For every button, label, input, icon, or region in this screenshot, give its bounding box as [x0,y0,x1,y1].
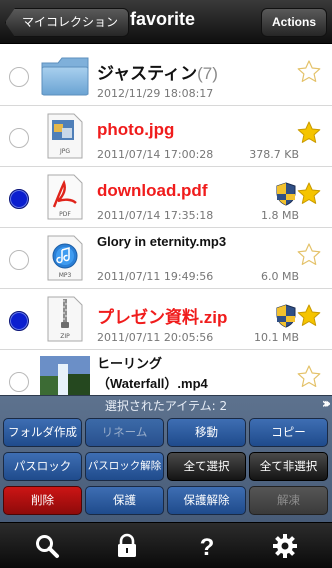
selection-radio[interactable] [9,128,29,148]
svg-text:JPG: JPG [59,148,70,155]
shield-lock-icon [276,182,296,206]
unzip-button[interactable]: 解凍 [249,486,328,515]
jpg-file-icon: JPG [47,113,83,159]
star-filled-icon[interactable] [296,120,322,146]
shield-lock-icon [276,304,296,328]
create-folder-button[interactable]: フォルダ作成 [3,418,82,447]
copy-button[interactable]: コピー [249,418,328,447]
unprotect-button[interactable]: 保護解除 [167,486,246,515]
file-date: 2011/07/11 19:49:56 [97,270,214,283]
mp3-file-icon: MP3 [47,235,83,281]
file-date: 2011/07/14 17:00:28 [97,148,214,161]
tab-bar: ? [0,522,332,568]
pdf-file-icon: PDF [47,174,83,220]
collapse-chevron-icon[interactable]: ››› [322,396,332,412]
protect-button[interactable]: 保護 [85,486,164,515]
move-button[interactable]: 移動 [167,418,246,447]
passlock-release-button[interactable]: パスロック解除 [85,452,164,481]
svg-text:?: ? [200,534,215,559]
selection-radio[interactable] [9,189,29,209]
file-date: 2011/07/14 17:35:18 [97,209,214,222]
file-name: download.pdf [97,181,208,200]
svg-text:MP3: MP3 [59,272,72,279]
video-thumbnail [40,356,90,395]
folder-icon [41,57,89,96]
svg-text:PDF: PDF [59,211,71,218]
lock-icon[interactable] [114,533,140,559]
file-date: 2011/07/11 20:05:56 [97,331,214,344]
svg-text:ZIP: ZIP [60,333,70,340]
file-size: 10.1 MB [253,331,299,344]
navigation-bar: マイコレクション favorite Actions [0,0,332,44]
actions-button[interactable]: Actions [261,8,327,37]
selection-count: 選択されたアイテム: 2 [104,399,228,413]
list-item[interactable]: PDF download.pdf 2011/07/14 17:35:18 1.8… [0,167,332,228]
action-panel: 選択されたアイテム: 2 ››› フォルダ作成 リネーム 移動 コピー パスロッ… [0,395,332,522]
selection-radio[interactable] [9,67,29,87]
file-name: ジャスティン(7) [97,64,218,83]
back-button[interactable]: マイコレクション [5,8,130,37]
star-outline-icon[interactable] [296,364,322,390]
page-title: favorite [130,9,196,29]
file-name: ヒーリング（Waterfall）.mp4 [97,356,208,391]
star-outline-icon[interactable] [296,242,322,268]
select-all-button[interactable]: 全て選択 [167,452,246,481]
star-outline-icon[interactable] [296,59,322,85]
file-list: ジャスティン(7) 2012/11/29 18:08:17 JPG photo.… [0,45,332,395]
passlock-button[interactable]: パスロック [3,452,82,481]
file-name: プレゼン資料.zip [97,308,228,327]
rename-button[interactable]: リネーム [85,418,164,447]
deselect-all-button[interactable]: 全て非選択 [249,452,328,481]
list-item[interactable]: ヒーリング（Waterfall）.mp4 [0,350,332,395]
item-count: (7) [197,64,218,83]
zip-file-icon: ZIP [47,296,83,342]
list-item[interactable]: JPG photo.jpg 2011/07/14 17:00:28 378.7 … [0,106,332,167]
search-icon[interactable] [34,533,60,559]
help-icon[interactable]: ? [194,533,220,559]
file-size: 1.8 MB [260,209,299,222]
file-name: photo.jpg [97,120,175,139]
file-date: 2012/11/29 18:08:17 [97,87,214,100]
delete-button[interactable]: 削除 [3,486,82,515]
file-size: 378.7 KB [249,148,299,161]
star-filled-icon[interactable] [296,181,322,207]
list-item[interactable]: ZIP プレゼン資料.zip 2011/07/11 20:05:56 10.1 … [0,289,332,350]
list-item[interactable]: MP3 Glory in eternity.mp3 2011/07/11 19:… [0,228,332,289]
file-name: Glory in eternity.mp3 [97,234,227,249]
selection-radio[interactable] [9,311,29,331]
list-item[interactable]: ジャスティン(7) 2012/11/29 18:08:17 [0,45,332,106]
settings-icon[interactable] [272,533,298,559]
star-filled-icon[interactable] [296,303,322,329]
selection-radio[interactable] [9,372,29,392]
file-size: 6.0 MB [260,270,299,283]
selection-radio[interactable] [9,250,29,270]
